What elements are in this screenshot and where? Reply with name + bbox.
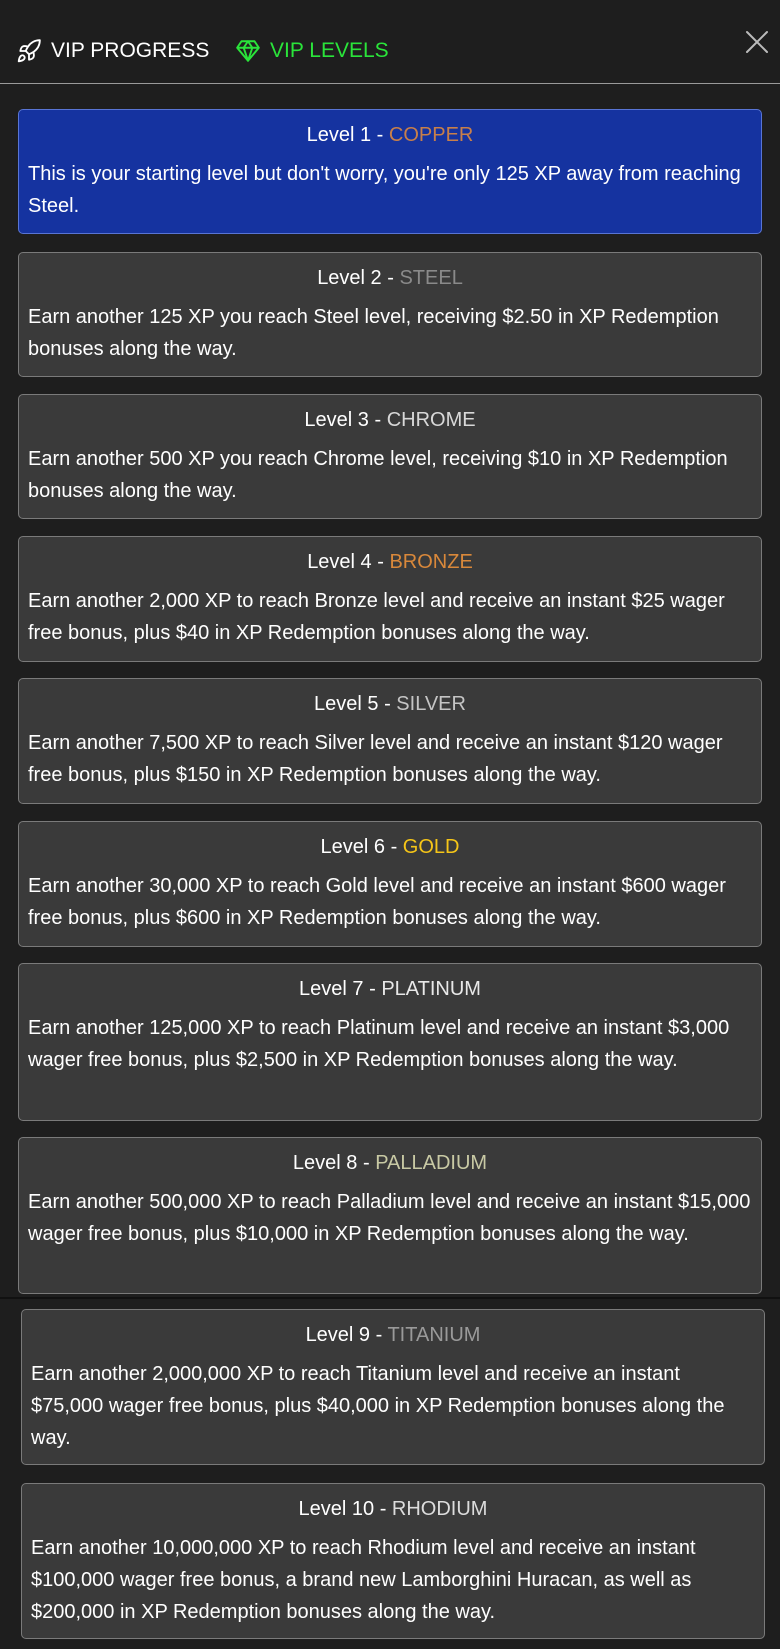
level-description: Earn another 500,000 XP to reach Palladi… (28, 1191, 751, 1245)
level-name: GOLD (402, 836, 460, 858)
level-number: Level 7 - (299, 978, 382, 1000)
level-description: Earn another 7,500 XP to reach Silver le… (28, 732, 723, 786)
level-title: Level 9 - TITANIUM (31, 1322, 755, 1348)
level-title: Level 2 - STEEL (28, 265, 752, 291)
diamond-icon (235, 38, 261, 64)
level-description: Earn another 125 XP you reach Steel leve… (28, 306, 719, 360)
level-card-4: Level 4 - BRONZE Earn another 2,000 XP t… (18, 536, 762, 662)
level-name: COPPER (388, 124, 474, 146)
level-description: Earn another 30,000 XP to reach Gold lev… (28, 875, 726, 929)
rocket-icon (16, 38, 42, 64)
modal-header: VIP PROGRESS VIP LEVELS (0, 0, 780, 84)
level-description: Earn another 2,000,000 XP to reach Titan… (31, 1363, 725, 1449)
level-card-7: Level 7 - PLATINUM Earn another 125,000 … (18, 963, 762, 1121)
divider (0, 1297, 780, 1299)
level-title: Level 8 - PALLADIUM (28, 1150, 752, 1176)
level-title: Level 6 - GOLD (28, 834, 752, 860)
level-card-6: Level 6 - GOLD Earn another 30,000 XP to… (18, 821, 762, 947)
level-card-8: Level 8 - PALLADIUM Earn another 500,000… (18, 1137, 762, 1294)
level-number: Level 3 - (304, 409, 387, 431)
level-card-3: Level 3 - CHROME Earn another 500 XP you… (18, 394, 762, 519)
level-name: STEEL (399, 267, 463, 289)
level-name: PALLADIUM (375, 1152, 488, 1174)
level-title: Level 1 - COPPER (28, 122, 752, 148)
level-title: Level 7 - PLATINUM (28, 976, 752, 1002)
level-name: BRONZE (389, 551, 473, 573)
level-title: Level 3 - CHROME (28, 407, 752, 433)
level-number: Level 9 - (305, 1324, 388, 1346)
tab-vip-progress[interactable]: VIP PROGRESS (16, 36, 209, 66)
level-description: Earn another 10,000,000 XP to reach Rhod… (31, 1537, 696, 1623)
level-name: PLATINUM (381, 978, 481, 1000)
tab-vip-levels[interactable]: VIP LEVELS (235, 36, 389, 66)
tab-vip-progress-label: VIP PROGRESS (51, 39, 210, 62)
level-description: Earn another 500 XP you reach Chrome lev… (28, 448, 728, 502)
level-description: This is your starting level but don't wo… (28, 163, 741, 217)
level-title: Level 10 - RHODIUM (31, 1496, 755, 1522)
level-number: Level 6 - (320, 836, 403, 858)
level-card-1: Level 1 - COPPER This is your starting l… (18, 109, 762, 234)
level-title: Level 5 - SILVER (28, 691, 752, 717)
level-description: Earn another 2,000 XP to reach Bronze le… (28, 590, 725, 644)
level-number: Level 8 - (292, 1152, 376, 1174)
level-card-10: Level 10 - RHODIUM Earn another 10,000,0… (21, 1483, 765, 1639)
close-icon (746, 31, 768, 53)
level-card-5: Level 5 - SILVER Earn another 7,500 XP t… (18, 678, 762, 804)
tab-vip-levels-label: VIP LEVELS (270, 39, 389, 62)
level-description: Earn another 125,000 XP to reach Platinu… (28, 1017, 730, 1071)
level-name: TITANIUM (387, 1324, 481, 1346)
level-number: Level 1 - (306, 124, 389, 146)
level-number: Level 10 - (298, 1498, 392, 1520)
level-name: RHODIUM (391, 1498, 488, 1520)
level-card-2: Level 2 - STEEL Earn another 125 XP you … (18, 252, 762, 377)
level-number: Level 2 - (317, 267, 400, 289)
level-title: Level 4 - BRONZE (28, 549, 752, 575)
level-card-9: Level 9 - TITANIUM Earn another 2,000,00… (21, 1309, 765, 1465)
level-number: Level 5 - (314, 693, 397, 715)
close-button[interactable] (745, 30, 769, 54)
level-name: CHROME (386, 409, 476, 431)
level-number: Level 4 - (307, 551, 390, 573)
level-name: SILVER (396, 693, 466, 715)
